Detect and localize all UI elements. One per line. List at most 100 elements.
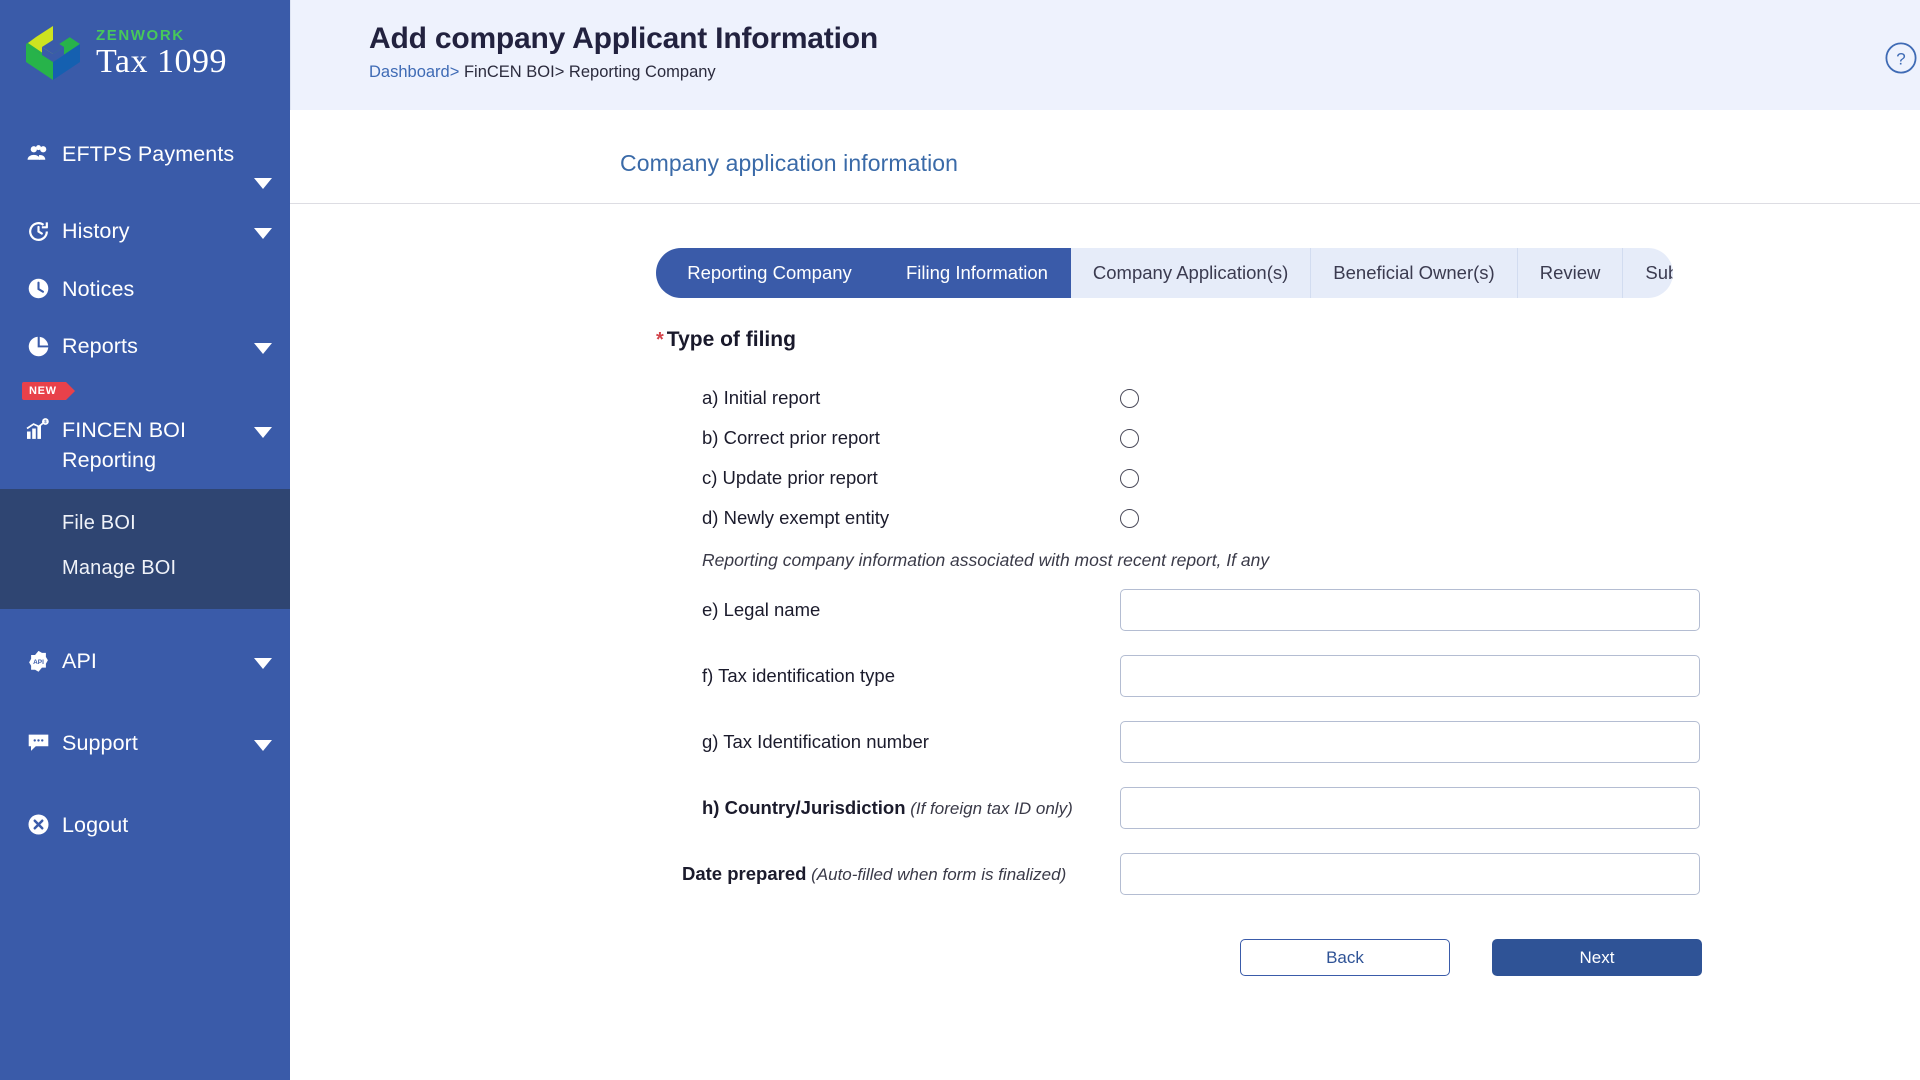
sidebar-item-label: Reports	[62, 334, 138, 359]
field-label: g) Tax Identification number	[702, 731, 929, 752]
tab-beneficial-owners[interactable]: Beneficial Owner(s)	[1311, 248, 1518, 298]
field-row-tax-id-number: g) Tax Identification number	[656, 721, 1920, 763]
section-heading: Company application information	[620, 150, 959, 176]
tax-identification-type-input[interactable]	[1120, 655, 1700, 697]
bar-chart-badge-icon: $	[24, 417, 52, 443]
radio-initial-report[interactable]	[1120, 388, 1139, 408]
sidebar-item-fincen-boi-reporting[interactable]: NEW $ FINCEN BOI Reporting	[0, 381, 290, 489]
sidebar-item-notices[interactable]: Notices	[0, 261, 290, 319]
type-of-filing-heading: * Type of filing	[656, 328, 1920, 352]
sidebar-item-label: History	[62, 219, 130, 243]
sidebar-item-file-boi[interactable]: File BOI	[0, 501, 290, 546]
tab-label: Filing Information	[906, 262, 1048, 283]
tab-label: Company Application(s)	[1092, 262, 1289, 283]
field-row-date-prepared: Date prepared (Auto-filled when form is …	[656, 853, 1920, 895]
tab-reporting-company[interactable]: Reporting Company	[656, 248, 884, 298]
main-area: Add company Applicant Information Dashbo…	[290, 0, 1920, 1080]
radio-row[interactable]: d) Newly exempt entity	[656, 498, 1920, 538]
sidebar-item-eftps-payments[interactable]: EFTPS Payments	[0, 126, 290, 203]
sidebar-subitem-label: File BOI	[62, 512, 136, 535]
notice-clock-icon	[24, 276, 52, 302]
chevron-down-icon[interactable]	[254, 658, 272, 670]
sidebar-nav: EFTPS Payments History Notices Reports N…	[0, 126, 290, 854]
field-label: Date prepared (Auto-filled when form is …	[656, 863, 1120, 885]
tab-label: Beneficial Owner(s)	[1333, 262, 1495, 283]
sidebar-item-logout[interactable]: Logout	[0, 797, 290, 855]
radio-row[interactable]: b) Correct prior report	[656, 418, 1920, 458]
back-button-label: Back	[1326, 947, 1364, 967]
next-button[interactable]: Next	[1492, 939, 1702, 976]
chevron-down-icon[interactable]	[254, 426, 272, 438]
back-button[interactable]: Back	[1240, 939, 1450, 976]
sidebar-item-label: Notices	[62, 276, 135, 301]
chevron-down-icon[interactable]	[254, 178, 272, 189]
tab-filing-information[interactable]: Filing Information	[884, 248, 1071, 298]
brand-tax1099: Tax 1099	[96, 42, 227, 80]
radio-label: d) Newly exempt entity	[702, 507, 890, 528]
api-badge-icon: API	[24, 648, 52, 674]
legal-name-input[interactable]	[1120, 589, 1700, 631]
form-hint: Reporting company information associated…	[702, 550, 1270, 570]
field-label: h) Country/Jurisdiction (If foreign tax …	[656, 797, 1120, 819]
chat-bubble-icon	[24, 730, 52, 756]
country-jurisdiction-input[interactable]	[1120, 787, 1700, 829]
zenwork-cube-logo-icon	[22, 22, 84, 84]
chevron-down-icon[interactable]	[254, 228, 272, 239]
app-root: ZENWORK Tax 1099 EFTPS Payments History …	[0, 0, 1920, 1080]
svg-text:?: ?	[1896, 50, 1905, 69]
sidebar-item-manage-boi[interactable]: Manage BOI	[0, 546, 290, 591]
tax-identification-number-input[interactable]	[1120, 721, 1700, 763]
sidebar-item-label: FINCEN BOI Reporting	[62, 417, 187, 472]
top-header: Add company Applicant Information Dashbo…	[290, 0, 1920, 110]
section-divider	[290, 203, 1920, 204]
help-circle-icon[interactable]: ?	[1884, 41, 1918, 75]
field-label-text: Date prepared	[682, 863, 807, 884]
date-prepared-input[interactable]	[1120, 853, 1700, 895]
radio-update-prior-report[interactable]	[1120, 468, 1139, 488]
sidebar-item-api[interactable]: API API	[0, 633, 290, 691]
page-title: Add company Applicant Information	[369, 22, 878, 55]
pie-chart-icon	[24, 333, 52, 359]
radio-row[interactable]: a) Initial report	[656, 378, 1920, 418]
brand-zenwork: ZENWORK	[96, 26, 185, 44]
sidebar-item-label: Support	[62, 730, 139, 755]
radio-row[interactable]: c) Update prior report	[656, 458, 1920, 498]
chevron-down-icon[interactable]	[254, 739, 272, 751]
header-actions: ? Sagar Rapolu Enterprise account	[1884, 22, 1920, 78]
history-clock-icon	[24, 218, 52, 244]
tab-label: Submit	[1645, 262, 1673, 283]
brand-text: ZENWORK Tax 1099	[96, 28, 227, 79]
tab-company-applications[interactable]: Company Application(s)	[1070, 248, 1312, 298]
group-title: Type of filing	[666, 328, 796, 351]
field-label: f) Tax identification type	[702, 665, 895, 686]
field-row-country-jurisdiction: h) Country/Jurisdiction (If foreign tax …	[656, 787, 1920, 829]
sidebar-subitem-label: Manage BOI	[62, 557, 177, 580]
field-label-note: (Auto-filled when form is finalized)	[806, 865, 1067, 884]
field-label-note: (If foreign tax ID only)	[905, 799, 1073, 818]
close-circle-icon	[24, 812, 52, 838]
radio-label: c) Update prior report	[702, 467, 878, 488]
breadcrumb-link-dashboard[interactable]: Dashboard>	[369, 63, 459, 81]
sidebar-item-label: API	[62, 649, 97, 674]
chevron-down-icon[interactable]	[254, 343, 272, 355]
tab-submit[interactable]: Submit	[1623, 248, 1673, 298]
wizard-tabs: Reporting Company Filing Information Com…	[656, 248, 1673, 298]
radio-label: b) Correct prior report	[702, 427, 880, 448]
radio-label: a) Initial report	[702, 387, 821, 408]
radio-newly-exempt-entity[interactable]	[1120, 508, 1139, 528]
breadcrumb-rest: FinCEN BOI> Reporting Company	[459, 63, 716, 81]
sidebar-submenu-fincen: File BOI Manage BOI	[0, 489, 290, 610]
sidebar-item-reports[interactable]: Reports	[0, 318, 290, 376]
sidebar-item-history[interactable]: History	[0, 203, 290, 261]
header-titles: Add company Applicant Information Dashbo…	[369, 22, 878, 82]
filing-form: * Type of filing a) Initial report b) Cor…	[656, 328, 1920, 976]
svg-text:API: API	[33, 659, 44, 666]
brand-logo[interactable]: ZENWORK Tax 1099	[0, 0, 290, 104]
sidebar-item-support[interactable]: Support	[0, 715, 290, 773]
sidebar: ZENWORK Tax 1099 EFTPS Payments History …	[0, 0, 290, 1080]
tab-label: Reporting Company	[687, 262, 852, 283]
radio-correct-prior-report[interactable]	[1120, 428, 1139, 448]
form-actions: Back Next	[1240, 939, 1920, 976]
tab-review[interactable]: Review	[1517, 248, 1624, 298]
breadcrumb: Dashboard> FinCEN BOI> Reporting Company	[369, 63, 878, 82]
